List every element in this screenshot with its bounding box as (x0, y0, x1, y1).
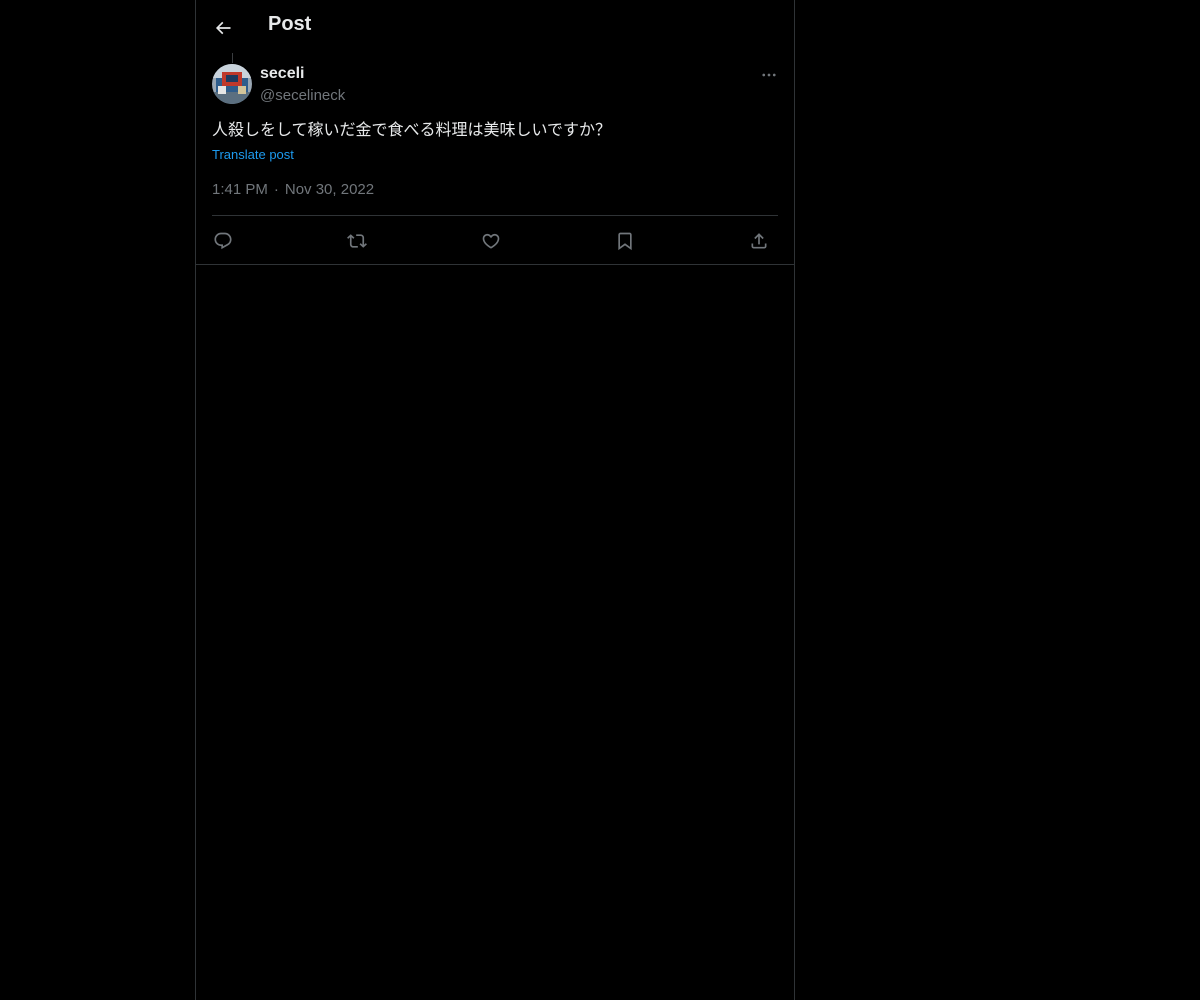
arrow-left-icon (215, 21, 231, 35)
divider (212, 215, 778, 216)
post-text: 人殺しをして稼いだ金で食べる料理は美味しいですか？ (212, 122, 612, 139)
repost-button[interactable] (340, 224, 374, 258)
translate-post-link[interactable]: Translate post (212, 147, 294, 162)
share-icon (751, 233, 767, 249)
page-title: Post (268, 13, 312, 35)
post-bottom-divider (196, 264, 794, 265)
page-header: Post (196, 0, 794, 53)
bookmark-icon (618, 232, 632, 251)
author-display-name[interactable]: seceli (260, 65, 304, 83)
post-date[interactable]: Nov 30, 2022 (285, 181, 374, 198)
repost-icon (347, 234, 367, 248)
thread-connector-line (232, 53, 233, 63)
post-timestamp[interactable]: 1:41 PM · Nov 30, 2022 (212, 181, 374, 198)
more-horizontal-icon (762, 73, 776, 77)
more-options-button[interactable] (758, 64, 780, 86)
bookmark-button[interactable] (608, 224, 642, 258)
reply-button[interactable] (206, 224, 240, 258)
post-time[interactable]: 1:41 PM (212, 181, 268, 198)
author-handle[interactable]: @secelineck (260, 87, 345, 104)
reply-icon (214, 232, 232, 250)
back-button[interactable] (206, 11, 240, 45)
post-detail-column: Post seceli @secelineck 人殺しをして稼いだ金で食べる料理… (195, 0, 795, 1000)
like-button[interactable] (474, 224, 508, 258)
timestamp-separator: · (273, 181, 279, 198)
avatar[interactable] (212, 64, 252, 104)
post-actions-bar (212, 224, 778, 258)
avatar-photo (212, 64, 252, 104)
heart-icon (482, 233, 500, 249)
share-button[interactable] (742, 224, 776, 258)
